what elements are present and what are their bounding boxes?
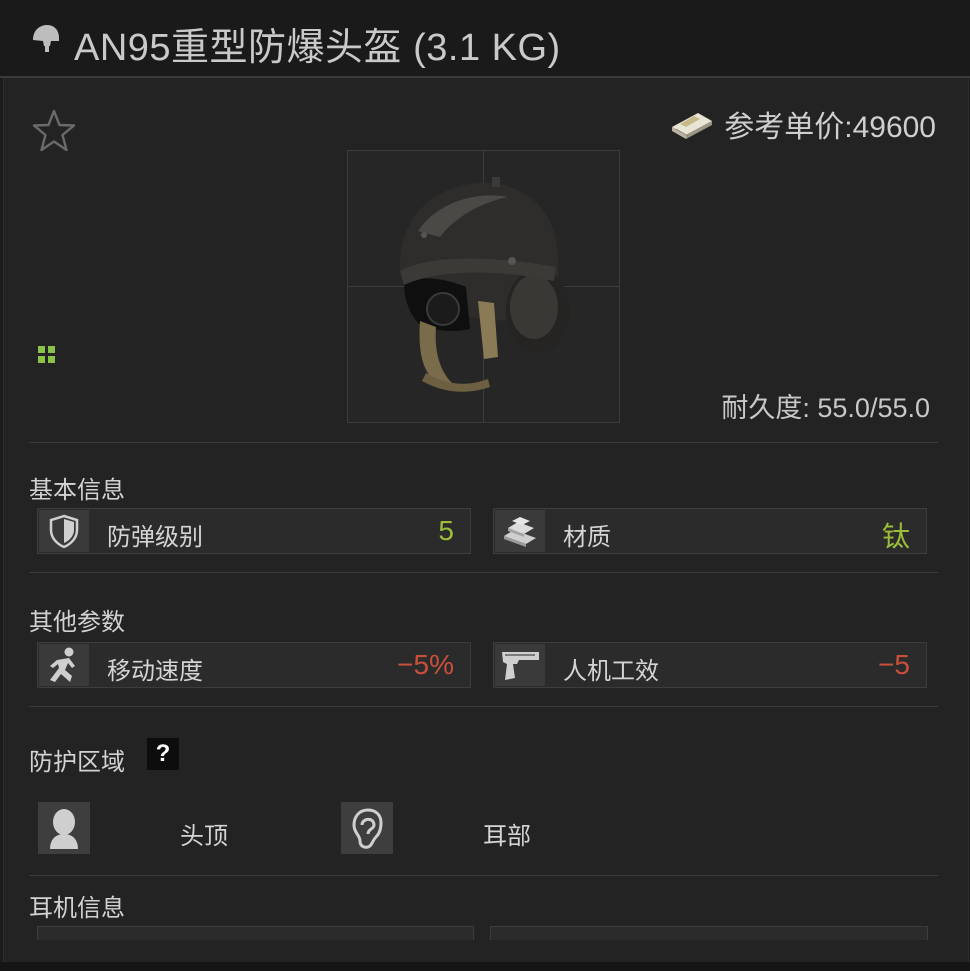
section-title-headset-info: 耳机信息 bbox=[29, 895, 125, 922]
item-image-frame bbox=[347, 150, 620, 423]
stat-value: 钛 bbox=[881, 521, 910, 552]
reference-price: 参考单价:49600 bbox=[668, 104, 936, 144]
window-title: AN95重型防爆头盔 (3.1 KG) bbox=[74, 27, 561, 69]
stat-material: 材质 钛 bbox=[493, 508, 927, 554]
money-stack-icon bbox=[672, 113, 713, 139]
divider bbox=[29, 572, 938, 573]
section-title-basic-info: 基本信息 bbox=[29, 477, 125, 504]
stat-value: 5 bbox=[438, 515, 454, 546]
star-outline-icon[interactable] bbox=[30, 108, 78, 154]
item-detail-panel: 参考单价:49600 耐久度: 55.0/55.0 基本信息 防弹级别 5 材质… bbox=[3, 78, 969, 971]
stat-label: 材质 bbox=[563, 524, 611, 551]
grid-size-icon bbox=[38, 346, 55, 363]
help-button[interactable]: ? bbox=[147, 738, 179, 770]
ingots-icon bbox=[504, 517, 536, 547]
headset-stat-box bbox=[490, 926, 928, 940]
shield-icon bbox=[49, 514, 79, 548]
price-label: 参考单价:49600 bbox=[724, 111, 936, 144]
section-title-protection: 防护区域 bbox=[29, 749, 125, 776]
stat-label: 人机工效 bbox=[563, 658, 659, 685]
zone-label-head-top: 头顶 bbox=[180, 823, 228, 850]
stat-movement-speed: 移动速度 −5% bbox=[37, 642, 471, 688]
stat-ergonomics: 人机工效 −5 bbox=[493, 642, 927, 688]
pistol-icon bbox=[502, 652, 539, 680]
bottom-edge bbox=[0, 962, 970, 971]
ear-icon bbox=[341, 802, 393, 854]
stat-armor-class: 防弹级别 5 bbox=[37, 508, 471, 554]
durability-label: 耐久度: 55.0/55.0 bbox=[721, 393, 930, 423]
divider bbox=[29, 875, 938, 876]
zone-label-ear: 耳部 bbox=[483, 823, 531, 850]
divider bbox=[29, 706, 938, 707]
stat-label: 移动速度 bbox=[107, 658, 203, 685]
running-person-icon bbox=[50, 647, 75, 682]
helmet-image bbox=[399, 177, 570, 392]
stat-label: 防弹级别 bbox=[107, 524, 203, 551]
stat-value: −5 bbox=[878, 649, 910, 680]
divider bbox=[29, 442, 938, 443]
head-top-icon bbox=[38, 802, 90, 854]
window-title-bar: AN95重型防爆头盔 (3.1 KG) bbox=[0, 0, 970, 78]
helmet-icon bbox=[33, 25, 59, 52]
section-title-other-params: 其他参数 bbox=[29, 609, 125, 636]
stat-value: −5% bbox=[397, 649, 454, 680]
headset-stat-box bbox=[37, 926, 474, 940]
